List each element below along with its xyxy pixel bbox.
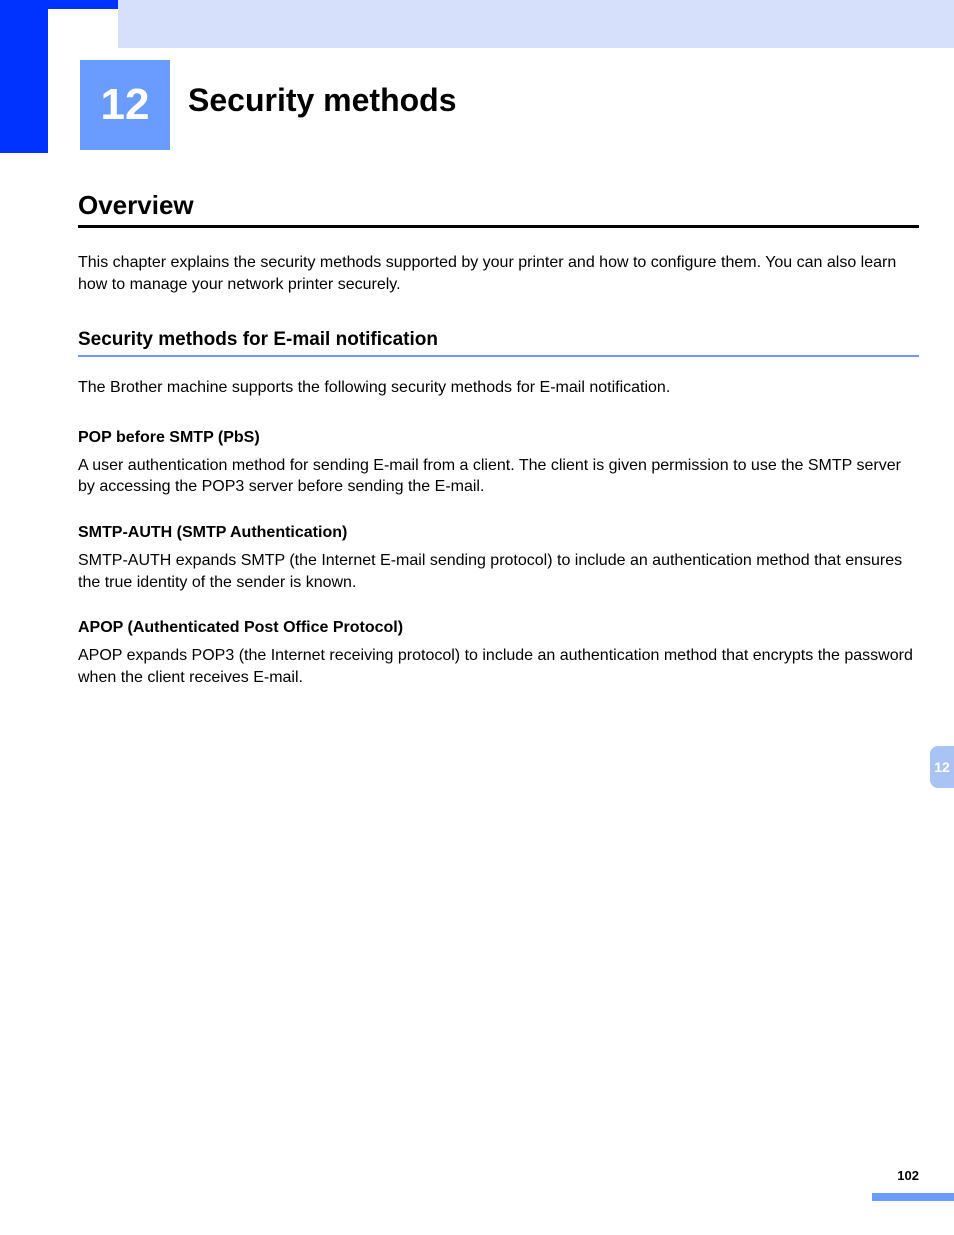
page-number: 102 [897,1168,919,1183]
method-body: A user authentication method for sending… [78,455,919,498]
method-block: SMTP-AUTH (SMTP Authentication) SMTP-AUT… [78,524,919,593]
method-body: SMTP-AUTH expands SMTP (the Internet E-m… [78,550,919,593]
chapter-side-tab: 12 [930,746,954,788]
header-light-bar [118,0,954,48]
chapter-number-box: 12 [80,60,170,150]
page-content: Overview This chapter explains the secur… [78,190,919,714]
section-intro: This chapter explains the security metho… [78,252,919,295]
header-accent-bar [0,0,118,9]
subsection-intro: The Brother machine supports the followi… [78,377,919,399]
chapter-title: Security methods [188,82,457,119]
method-title: SMTP-AUTH (SMTP Authentication) [78,524,919,542]
method-block: APOP (Authenticated Post Office Protocol… [78,619,919,688]
chapter-number: 12 [101,80,150,130]
footer-accent-bar [872,1193,954,1201]
method-title: POP before SMTP (PbS) [78,429,919,447]
method-body: APOP expands POP3 (the Internet receivin… [78,645,919,688]
section-heading: Overview [78,190,919,228]
method-title: APOP (Authenticated Post Office Protocol… [78,619,919,637]
side-tab-number: 12 [934,759,950,775]
method-block: POP before SMTP (PbS) A user authenticat… [78,429,919,498]
subsection-heading: Security methods for E-mail notification [78,329,919,357]
left-accent-block [0,9,48,153]
